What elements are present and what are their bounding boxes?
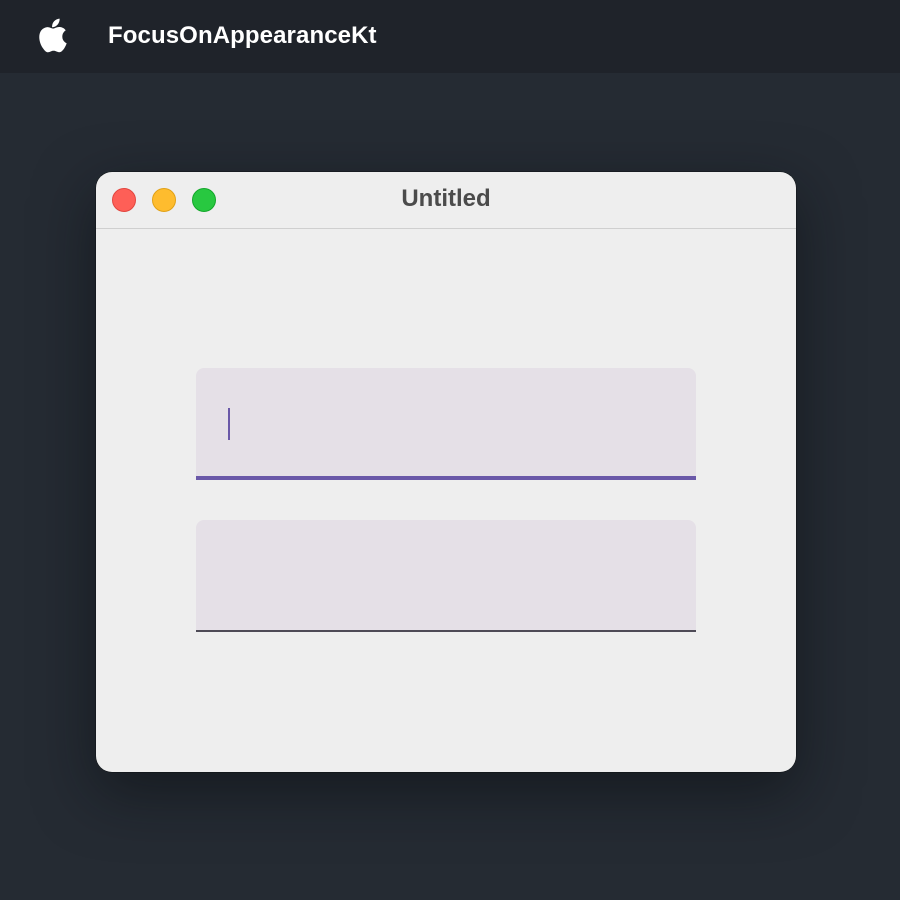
apple-logo-icon[interactable]: [38, 18, 70, 54]
menu-bar: FocusOnAppearanceKt: [0, 0, 900, 73]
window-titlebar[interactable]: Untitled: [96, 172, 796, 229]
text-field-2-input[interactable]: [228, 556, 658, 592]
text-cursor: [228, 408, 230, 440]
text-field-1[interactable]: [196, 368, 696, 480]
text-field-1-input[interactable]: [228, 404, 658, 440]
app-window: Untitled: [96, 172, 796, 772]
text-field-2[interactable]: [196, 520, 696, 632]
window-title: Untitled: [401, 185, 491, 212]
app-menu-title[interactable]: FocusOnAppearanceKt: [108, 22, 377, 50]
